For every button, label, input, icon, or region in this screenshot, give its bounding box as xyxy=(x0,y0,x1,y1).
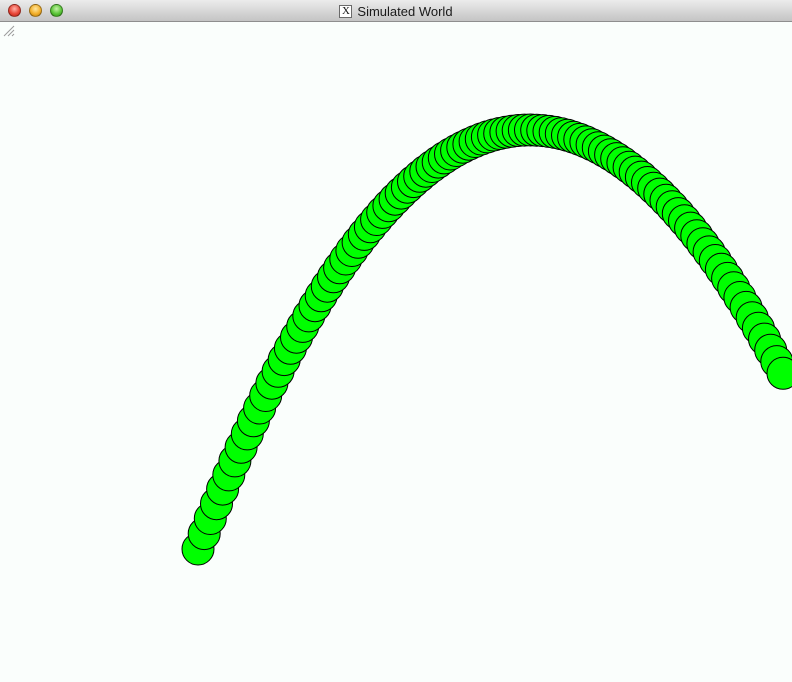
title-bar[interactable]: X Simulated World xyxy=(0,0,792,22)
resize-grip-icon[interactable] xyxy=(0,22,15,37)
window-title: Simulated World xyxy=(357,3,453,19)
title-group: X Simulated World xyxy=(0,0,792,22)
x11-icon: X xyxy=(339,4,353,18)
simulated-world-window: X Simulated World xyxy=(0,0,792,682)
simulation-canvas[interactable] xyxy=(0,22,792,682)
trajectory-plot xyxy=(181,113,792,566)
